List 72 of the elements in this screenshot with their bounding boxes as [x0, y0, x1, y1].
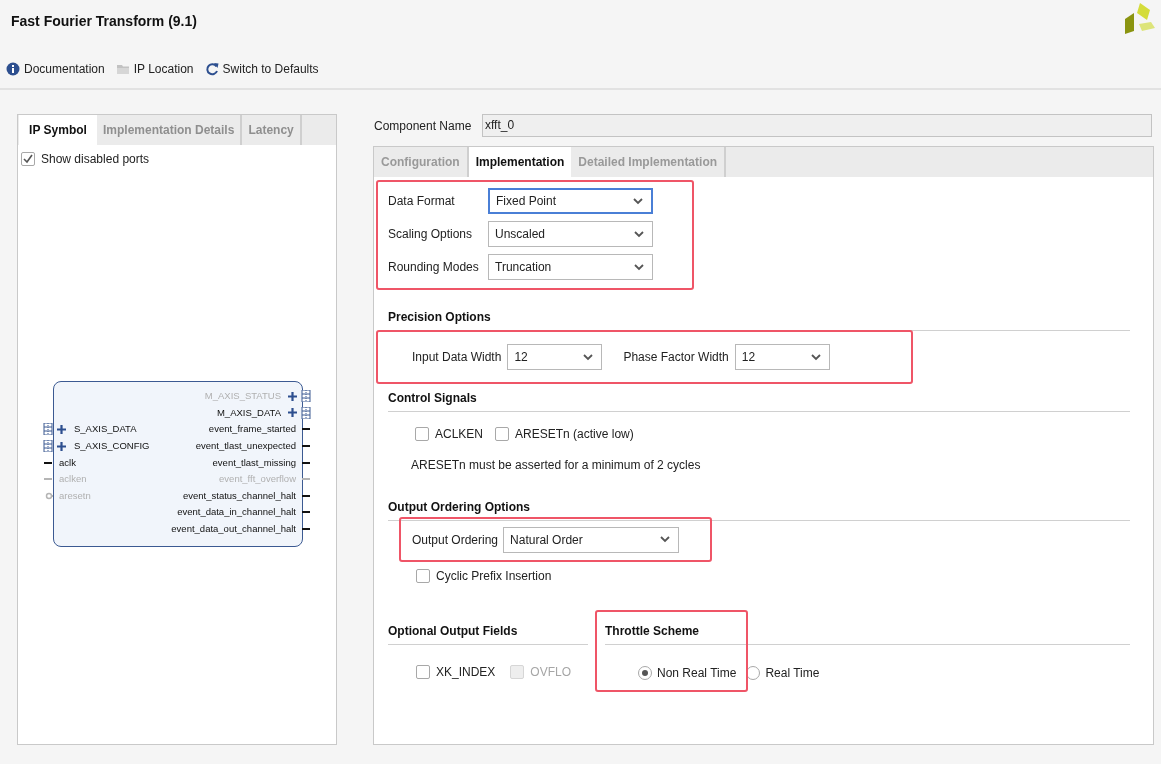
port-label: aresetn: [59, 488, 91, 503]
port-label: aclken: [59, 472, 87, 487]
field-label: Input Data Width: [412, 349, 502, 366]
plus-icon: [288, 391, 297, 401]
dropdown[interactable]: Fixed Point: [488, 188, 653, 214]
bus-pin-icon: [43, 423, 53, 436]
tab[interactable]: IP Symbol: [19, 115, 97, 145]
dropdown[interactable]: 12: [734, 344, 830, 370]
bus-pin-icon: [301, 406, 311, 419]
section-heading: Optional Output Fields: [388, 623, 519, 640]
chevron-down-icon: [633, 197, 643, 205]
dropdown[interactable]: 12: [507, 344, 603, 370]
port-label: event_data_out_channel_halt: [171, 521, 296, 536]
field-label: Scaling Options: [388, 226, 474, 243]
checkbox[interactable]: [416, 665, 430, 679]
checkbox-label: XK_INDEX: [436, 664, 496, 681]
window-title: Fast Fourier Transform (9.1): [10, 12, 197, 31]
radio-label: Real Time: [765, 665, 820, 682]
chevron-down-icon: [634, 230, 644, 238]
checkbox-label: ARESETn (active low): [515, 426, 634, 443]
field-label: Phase Factor Width: [623, 349, 729, 366]
port-label: event_status_channel_halt: [182, 488, 296, 503]
dropdown[interactable]: Natural Order: [503, 526, 680, 553]
section-heading: Output Ordering Options: [388, 499, 531, 516]
bus-pin-icon: [301, 390, 311, 403]
plus-icon: [57, 425, 66, 434]
plus-icon: [57, 441, 66, 451]
folder-icon: [115, 62, 130, 76]
section-heading: Throttle Scheme: [605, 623, 701, 640]
refresh-icon: [204, 62, 219, 76]
checkbox-label: OVFLO: [530, 664, 572, 681]
port-label: M_AXIS_DATA: [216, 405, 281, 420]
port-label: aclk: [59, 455, 76, 470]
dropdown[interactable]: Truncation: [488, 254, 653, 280]
field-label: Component Name: [374, 117, 473, 135]
check-icon: [23, 154, 33, 164]
port-label: event_frame_started: [208, 422, 296, 437]
checkbox-label: ACLKEN: [435, 426, 484, 443]
field-label: Data Format: [388, 193, 456, 210]
checkbox[interactable]: [495, 427, 510, 441]
section-heading: Precision Options: [388, 309, 492, 326]
checkbox-label: Show disabled ports: [41, 151, 150, 168]
port-label: S_AXIS_DATA: [74, 422, 137, 437]
bus-pin-icon: [43, 440, 53, 453]
chevron-down-icon: [810, 353, 821, 361]
radio-button[interactable]: [638, 666, 652, 680]
toolbar-button[interactable]: Documentation: [6, 60, 105, 78]
checkbox[interactable]: [416, 569, 430, 583]
chevron-down-icon: [583, 353, 594, 361]
input-field[interactable]: xfft_0: [482, 114, 1152, 137]
chevron-down-icon: [634, 263, 644, 271]
port-label: event_fft_overflow: [219, 472, 296, 487]
radio-label: Non Real Time: [657, 665, 737, 682]
port-label: event_tlast_missing: [212, 455, 296, 470]
plus-icon: [288, 408, 297, 418]
field-label: Output Ordering: [412, 531, 499, 549]
note-text: ARESETn must be asserted for a minimum of 2 cycles: [411, 457, 702, 474]
port-label: event_data_in_channel_halt: [177, 505, 296, 520]
port-label: event_tlast_unexpected: [195, 438, 296, 453]
checkbox[interactable]: [21, 152, 35, 166]
checkbox[interactable]: [415, 427, 429, 441]
port-label: M_AXIS_STATUS: [204, 389, 281, 404]
chevron-down-icon: [660, 536, 671, 543]
tab[interactable]: Implementation: [468, 147, 572, 177]
dropdown[interactable]: Unscaled: [488, 221, 653, 247]
field-label: Rounding Modes: [388, 259, 480, 276]
checkbox-label: Cyclic Prefix Insertion: [436, 568, 552, 585]
info-icon: [6, 62, 20, 76]
toolbar-button[interactable]: IP Location: [115, 60, 194, 78]
port-label: S_AXIS_CONFIG: [74, 438, 150, 453]
section-heading: Control Signals: [388, 390, 478, 407]
toolbar-button[interactable]: Switch to Defaults: [204, 60, 319, 78]
